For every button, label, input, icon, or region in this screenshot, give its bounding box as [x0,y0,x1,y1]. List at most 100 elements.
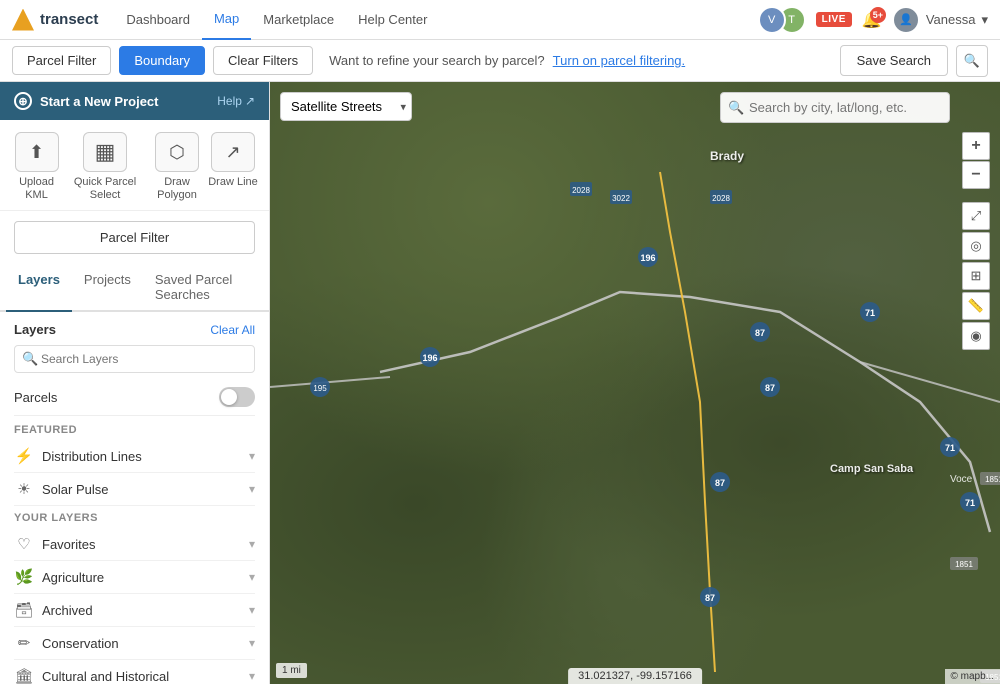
location-button[interactable]: ◉ [962,322,990,350]
zoom-in-button[interactable]: + [962,132,990,160]
layer-item-left: ✏ Conservation [14,634,119,652]
nav-marketplace[interactable]: Marketplace [251,0,346,40]
layer-item-left: 🏛 Cultural and Historical [14,667,169,684]
help-link[interactable]: Help ↗ [217,94,255,108]
layer-item-favorites[interactable]: ♡ Favorites ▾ [14,528,255,561]
parcels-label: Parcels [14,390,57,405]
archived-icon: 🗃 [14,601,34,619]
notification-count: 5+ [870,7,886,23]
map-image [270,82,1000,684]
map-search-input[interactable] [720,92,950,123]
app-logo[interactable]: transect [12,9,98,31]
map-search-wrap: 🔍 [720,92,950,123]
avatar-group: V T [758,6,806,34]
new-project-header: ⊕ Start a New Project Help ↗ [0,82,269,120]
boundary-button[interactable]: Boundary [119,46,205,75]
map-overlay-top: Satellite Streets Streets Outdoors Light… [280,92,412,121]
zoom-out-button[interactable]: − [962,161,990,189]
user-chevron-icon: ▾ [981,12,988,28]
live-badge: LIVE [816,12,852,27]
archived-chevron: ▾ [249,603,255,617]
search-layers-icon: 🔍 [22,351,38,367]
tab-saved-parcel-searches[interactable]: Saved Parcel Searches [143,264,263,312]
layer-item-agriculture[interactable]: 🌿 Agriculture ▾ [14,561,255,594]
solar-pulse-label: Solar Pulse [42,482,108,497]
quick-parcel-select-button[interactable]: ▦ Quick Parcel Select [63,132,147,202]
layer-item-left: ⚡ Distribution Lines [14,447,142,465]
draw-polygon-button[interactable]: ⬡ Draw Polygon [147,132,207,202]
clear-all-button[interactable]: Clear All [210,323,255,337]
clear-filters-button[interactable]: Clear Filters [213,46,313,75]
compass-button[interactable]: ◎ [962,232,990,260]
map-style-select[interactable]: Satellite Streets Streets Outdoors Light… [280,92,412,121]
toggle-knob [221,389,237,405]
layer-item-archived[interactable]: 🗃 Archived ▾ [14,594,255,627]
nav-dashboard[interactable]: Dashboard [114,0,202,40]
coordinates-bar: 31.021327, -99.157166 [568,668,702,684]
parcel-filter-sidebar-button[interactable]: Parcel Filter [14,221,255,254]
featured-section-label: Featured [14,424,255,436]
your-layers-section-label: Your Layers [14,512,255,524]
cultural-historical-icon: 🏛 [14,667,34,684]
new-project-title: ⊕ Start a New Project [14,92,159,110]
attribution-text: © mapb... [951,671,995,682]
user-name: Vanessa [926,12,976,27]
layer-item-left: 🗃 Archived [14,601,93,619]
conservation-label: Conservation [42,636,119,651]
map-area[interactable]: 196 87 71 196 87 87 71 71 87 2028 [270,82,1000,684]
layers-button[interactable]: ⊞ [962,262,990,290]
turn-on-parcel-filtering-link[interactable]: Turn on parcel filtering. [553,53,685,68]
layer-item-cultural-historical[interactable]: 🏛 Cultural and Historical ▾ [14,660,255,684]
solar-pulse-chevron: ▾ [249,482,255,496]
draw-polygon-icon: ⬡ [155,132,199,172]
search-icon-button[interactable]: 🔍 [956,45,988,77]
save-search-button[interactable]: Save Search [840,45,948,76]
draw-polygon-label: Draw Polygon [147,176,207,202]
user-menu-button[interactable]: 👤 Vanessa ▾ [892,6,988,34]
conservation-icon: ✏ [14,634,34,652]
user-avatar: 👤 [892,6,920,34]
style-selector-wrap: Satellite Streets Streets Outdoors Light… [280,92,412,121]
conservation-chevron: ▾ [249,636,255,650]
fullscreen-button[interactable]: ⤢ [962,202,990,230]
ruler-button[interactable]: 📏 [962,292,990,320]
notifications-button[interactable]: 🔔 5+ [862,10,882,30]
map-search-icon: 🔍 [728,100,744,116]
parcel-filter-button[interactable]: Parcel Filter [12,46,111,75]
cultural-historical-chevron: ▾ [249,669,255,683]
layer-item-conservation[interactable]: ✏ Conservation ▾ [14,627,255,660]
logo-icon [12,9,34,31]
agriculture-icon: 🌿 [14,568,34,586]
logo-text: transect [40,11,98,28]
external-link-icon: ↗ [245,94,255,108]
draw-line-icon: ↗ [211,132,255,172]
toolbar-refine-text: Want to refine your search by parcel? [329,53,545,68]
upload-kml-button[interactable]: ⬆ Upload KML [10,132,63,202]
main-layout: ⊕ Start a New Project Help ↗ ⬆ Upload KM… [0,82,1000,684]
nav-right: V T LIVE 🔔 5+ 👤 Vanessa ▾ [758,6,988,34]
tab-projects[interactable]: Projects [72,264,143,312]
distribution-lines-chevron: ▾ [249,449,255,463]
new-project-label: Start a New Project [40,94,159,109]
nav-map[interactable]: Map [202,0,251,40]
nav-links: Dashboard Map Marketplace Help Center [114,0,439,40]
scale-bar: 1 mi [276,663,307,678]
search-layers-input[interactable] [14,345,255,373]
distribution-lines-icon: ⚡ [14,447,34,465]
layers-header: Layers Clear All [14,322,255,337]
parcels-toggle[interactable] [219,387,255,407]
start-icon: ⊕ [14,92,32,110]
sidebar: ⊕ Start a New Project Help ↗ ⬆ Upload KM… [0,82,270,684]
tool-buttons: ⬆ Upload KML ▦ Quick Parcel Select ⬡ Dra… [0,120,269,211]
draw-line-button[interactable]: ↗ Draw Line [207,132,259,202]
layer-item-left: 🌿 Agriculture [14,568,104,586]
side-tools: ⤢ ◎ ⊞ 📏 ◉ [962,202,990,350]
tab-layers[interactable]: Layers [6,264,72,312]
layer-item-solar-pulse[interactable]: ☀ Solar Pulse ▾ [14,473,255,506]
layer-item-left: ☀ Solar Pulse [14,480,108,498]
upload-kml-label: Upload KML [10,176,63,202]
layer-item-distribution-lines[interactable]: ⚡ Distribution Lines ▾ [14,440,255,473]
upload-kml-icon: ⬆ [15,132,59,172]
scale-label: 1 mi [282,665,301,676]
nav-help-center[interactable]: Help Center [346,0,439,40]
